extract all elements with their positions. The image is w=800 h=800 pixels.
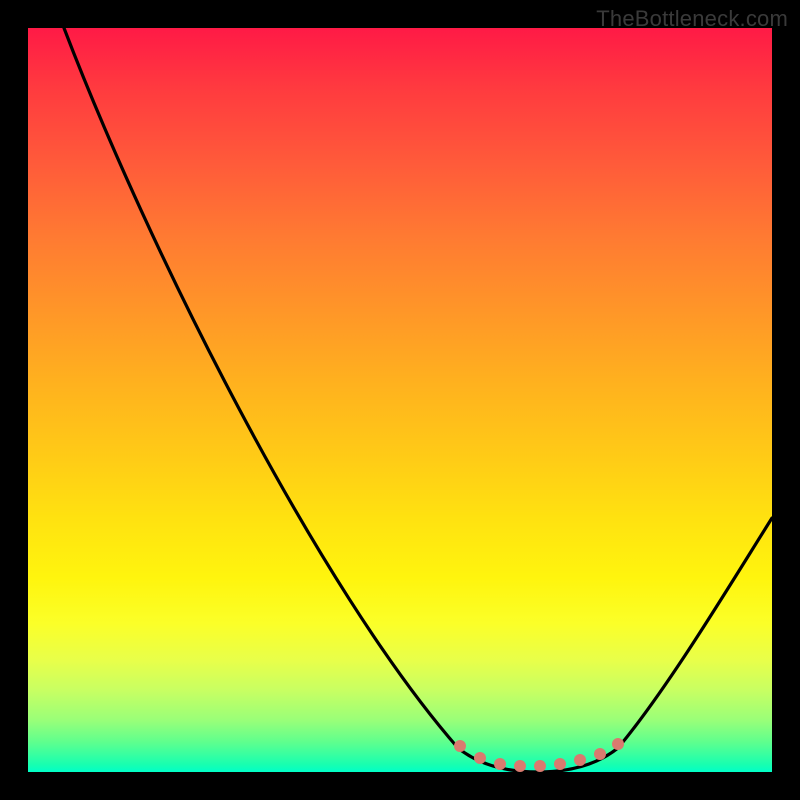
watermark-text: TheBottleneck.com bbox=[596, 6, 788, 32]
chart-overlay bbox=[28, 28, 772, 772]
bottleneck-curve bbox=[64, 28, 772, 772]
